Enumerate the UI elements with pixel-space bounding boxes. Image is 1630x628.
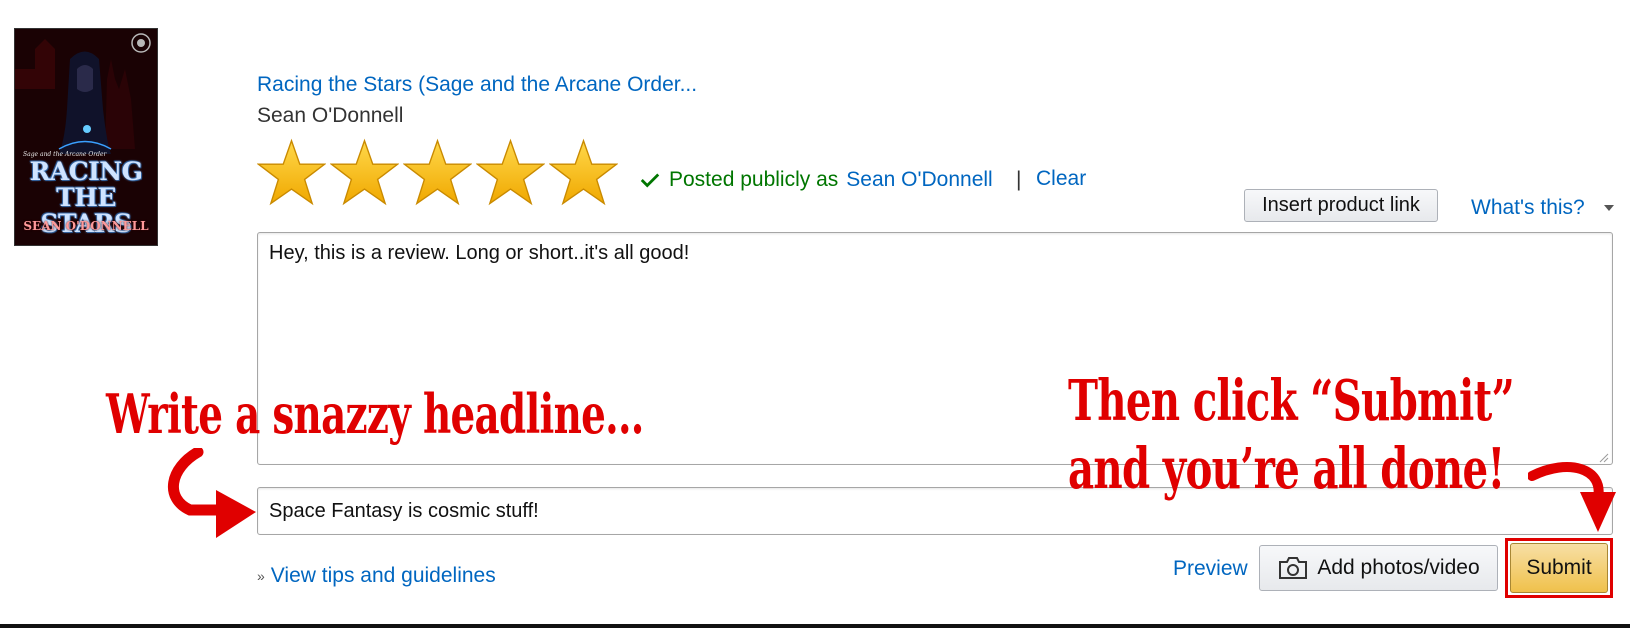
profile-name-link[interactable]: Sean O'Donnell [846,168,992,192]
clear-rating-link[interactable]: Clear [1036,167,1086,191]
star-icon[interactable] [476,138,545,207]
product-author: Sean O'Donnell [257,104,404,127]
posting-status: Posted publicly as Sean O'Donnell [639,168,993,192]
cover-author-text: SEAN O'DONNELL [23,219,149,233]
curved-arrow-icon [168,448,256,538]
view-tips-link[interactable]: » View tips and guidelines [257,564,496,588]
book-cover-image[interactable]: Sage and the Arcane Order RACING THE STA… [14,28,158,246]
curved-arrow-icon [1528,462,1616,532]
star-icon[interactable] [549,138,618,207]
double-chevron-down-icon: » [257,568,265,584]
insert-product-link-button[interactable]: Insert product link [1244,189,1438,222]
star-rating[interactable] [257,138,618,207]
preview-link[interactable]: Preview [1173,557,1248,581]
star-icon[interactable] [330,138,399,207]
submit-button[interactable]: Submit [1510,543,1608,593]
star-icon[interactable] [257,138,326,207]
separator: | [1016,168,1022,191]
view-tips-label: View tips and guidelines [270,564,496,587]
checkmark-icon [640,173,660,188]
camera-icon [1279,557,1308,579]
submit-annotation-line2: and you’re all done! [1068,436,1505,502]
divider [0,624,1630,628]
chevron-down-icon[interactable] [1604,205,1614,211]
add-photos-video-label: Add photos/video [1317,556,1480,579]
whats-this-link[interactable]: What's this? [1471,196,1585,220]
add-photos-video-button[interactable]: Add photos/video [1259,545,1498,591]
posting-status-label: Posted publicly as [669,168,839,191]
headline-annotation: Write a snazzy headline... [106,382,644,446]
submit-annotation-line1: Then click “Submit” [1068,368,1515,434]
star-icon[interactable] [403,138,472,207]
product-title-link[interactable]: Racing the Stars (Sage and the Arcane Or… [257,73,697,97]
